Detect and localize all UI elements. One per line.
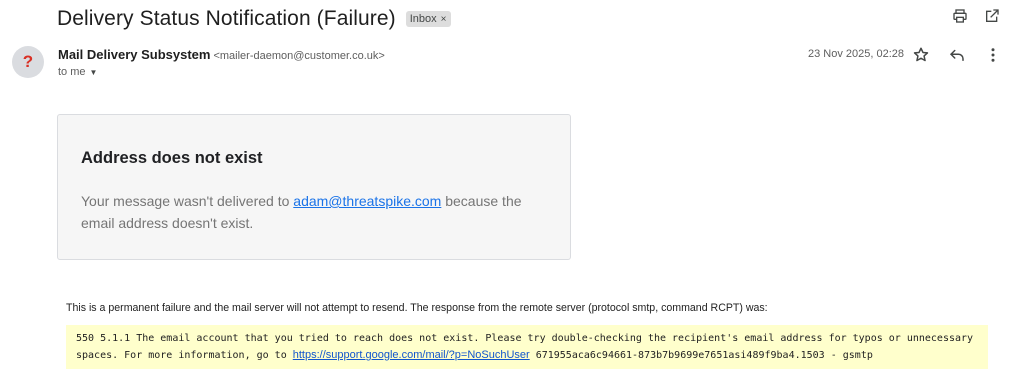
email-subject: Delivery Status Notification (Failure): [57, 7, 396, 30]
thread-toolbar: [952, 8, 1000, 24]
permanent-failure-notice: This is a permanent failure and the mail…: [66, 302, 768, 314]
open-in-new-window-icon[interactable]: [984, 8, 1000, 24]
print-icon[interactable]: [952, 8, 968, 24]
smtp-suffix: 671955aca6c94661-873b7b9699e7651asi489f9…: [529, 350, 873, 361]
card-body-prefix: Your message wasn't delivered to: [81, 193, 294, 209]
remove-label-icon[interactable]: ×: [441, 14, 447, 25]
recipient-email-link[interactable]: adam@threatspike.com: [293, 193, 441, 209]
bounce-card: Address does not exist Your message wasn…: [57, 114, 571, 260]
message-actions: [912, 46, 1002, 64]
smtp-response-box: 550 5.1.1 The email account that you tri…: [66, 325, 988, 369]
chevron-down-icon[interactable]: ▼: [90, 68, 98, 77]
sender-row: Mail Delivery Subsystem <mailer-daemon@c…: [58, 47, 385, 62]
card-body: Your message wasn't delivered to adam@th…: [81, 190, 551, 234]
recipient-details-toggle[interactable]: to me ▼: [58, 66, 97, 78]
card-title: Address does not exist: [81, 149, 263, 167]
smtp-response-text: 550 5.1.1 The email account that you tri…: [76, 331, 978, 364]
reply-icon[interactable]: [948, 46, 966, 64]
email-date: 23 Nov 2025, 02:28: [808, 48, 905, 60]
more-vertical-icon[interactable]: [984, 46, 1002, 64]
sender-name[interactable]: Mail Delivery Subsystem: [58, 47, 210, 62]
subject-row: Delivery Status Notification (Failure) I…: [57, 6, 451, 32]
sender-avatar[interactable]: ?: [12, 46, 44, 78]
sender-email: <mailer-daemon@customer.co.uk>: [213, 50, 385, 62]
to-label: to me: [58, 66, 86, 78]
star-icon[interactable]: [912, 46, 930, 64]
avatar-question-mark: ?: [22, 52, 34, 71]
inbox-label-chip[interactable]: Inbox ×: [405, 11, 451, 27]
label-text: Inbox: [409, 13, 437, 25]
support-link[interactable]: https://support.google.com/mail/?p=NoSuc…: [293, 349, 530, 361]
